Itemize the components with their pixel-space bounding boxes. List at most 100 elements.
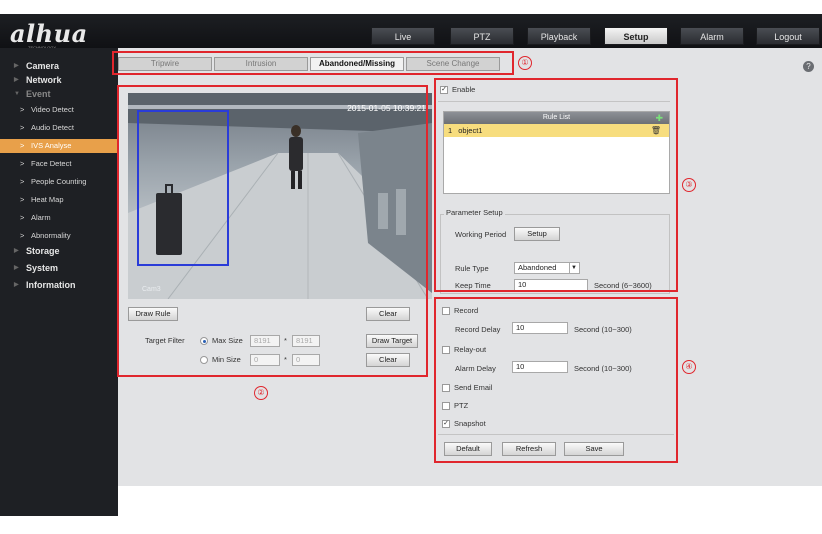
sidebar-item-information[interactable]: ▶ Information	[0, 278, 118, 292]
keep-time-unit: Second (6~3600)	[594, 281, 652, 290]
rule-type-select[interactable]: Abandoned ▼	[514, 262, 580, 274]
chevron-right-icon: >	[20, 177, 25, 186]
nav-tab-ptz[interactable]: PTZ	[450, 27, 514, 45]
max-size-radio[interactable]	[200, 337, 208, 345]
sidebar-item-storage[interactable]: ▶ Storage	[0, 244, 118, 258]
tab-abandoned-missing[interactable]: Abandoned/Missing	[310, 57, 404, 71]
footer	[0, 516, 822, 534]
clear-rule-button[interactable]: Clear	[366, 307, 410, 321]
working-period-setup-button[interactable]: Setup	[514, 227, 560, 241]
collapsed-triangle-icon: ▶	[14, 265, 19, 271]
sidebar-item-label: Network	[26, 75, 62, 85]
annotation-marker-4: ④	[682, 360, 696, 374]
add-rule-icon[interactable]: ✚	[655, 112, 663, 124]
working-period-label: Working Period	[455, 230, 507, 239]
sidebar-item-system[interactable]: ▶ System	[0, 261, 118, 275]
alarm-delay-input[interactable]: 10	[512, 361, 568, 373]
sidebar-item-ivs-analyse[interactable]: > IVS Analyse	[0, 139, 118, 153]
sidebar-item-video-detect[interactable]: > Video Detect	[0, 103, 118, 117]
default-button[interactable]: Default	[444, 442, 492, 456]
clear-target-button[interactable]: Clear	[366, 353, 410, 367]
record-checkbox[interactable]	[442, 307, 450, 315]
refresh-button[interactable]: Refresh	[502, 442, 556, 456]
rule-list-title: Rule List	[542, 114, 571, 121]
min-size-separator: *	[284, 355, 287, 364]
sidebar-item-label: Heat Map	[31, 195, 64, 204]
sidebar-item-face-detect[interactable]: > Face Detect	[0, 157, 118, 171]
sidebar-item-event[interactable]: ▼ Event	[0, 87, 118, 101]
send-email-label: Send Email	[454, 383, 493, 392]
chevron-right-icon: >	[20, 195, 25, 204]
collapsed-triangle-icon: ▶	[14, 77, 19, 83]
rule-list-item[interactable]: 1 object1 🗑	[444, 124, 669, 137]
max-width-input[interactable]: 8191	[250, 335, 280, 347]
help-icon[interactable]: ?	[803, 61, 814, 72]
rule-type-label: Rule Type	[455, 264, 489, 273]
rule-type-value: Abandoned	[518, 263, 557, 272]
max-height-input[interactable]: 8191	[292, 335, 320, 347]
draw-target-button[interactable]: Draw Target	[366, 334, 418, 348]
annotation-marker-2: ②	[254, 386, 268, 400]
record-delay-unit: Second (10~300)	[574, 325, 632, 334]
brand-logo: alhua	[10, 19, 88, 48]
record-delay-input[interactable]: 10	[512, 322, 568, 334]
video-preview[interactable]: 2015-01-05 10:39:21 Cam3	[128, 93, 432, 299]
sidebar-item-network[interactable]: ▶ Network	[0, 73, 118, 87]
record-delay-label: Record Delay	[455, 325, 501, 334]
sidebar-item-heat-map[interactable]: > Heat Map	[0, 193, 118, 207]
sidebar-item-camera[interactable]: ▶ Camera	[0, 59, 118, 73]
divider	[438, 101, 670, 102]
sidebar-item-label: Face Detect	[31, 159, 72, 168]
app-window: alhua TECHNOLOGY Live PTZ Playback Setup…	[0, 0, 822, 534]
relay-out-checkbox[interactable]	[442, 346, 450, 354]
tab-scene-change[interactable]: Scene Change	[406, 57, 500, 71]
divider	[438, 434, 674, 435]
collapsed-triangle-icon: ▶	[14, 63, 19, 69]
sidebar-item-label: Audio Detect	[31, 123, 74, 132]
sidebar-item-label: Event	[26, 89, 51, 99]
chevron-right-icon: >	[20, 231, 25, 240]
sidebar-item-label: IVS Analyse	[31, 141, 72, 150]
sidebar: ▶ Camera ▶ Network ▼ Event > Video Detect > A…	[0, 48, 118, 516]
chevron-right-icon: >	[20, 159, 25, 168]
send-email-checkbox[interactable]	[442, 384, 450, 392]
video-scene-graphic	[128, 93, 432, 299]
annotation-marker-3: ③	[682, 178, 696, 192]
enable-checkbox[interactable]: ✓	[440, 86, 448, 94]
nav-tab-playback[interactable]: Playback	[527, 27, 591, 45]
sidebar-item-label: Storage	[26, 246, 60, 256]
sidebar-item-audio-detect[interactable]: > Audio Detect	[0, 121, 118, 135]
alarm-delay-unit: Second (10~300)	[574, 364, 632, 373]
target-filter-label: Target Filter	[145, 336, 185, 345]
chevron-right-icon: >	[20, 141, 25, 150]
sidebar-item-label: Information	[26, 280, 76, 290]
snapshot-checkbox[interactable]: ✓	[442, 420, 450, 428]
sidebar-item-people-counting[interactable]: > People Counting	[0, 175, 118, 189]
tab-tripwire[interactable]: Tripwire	[118, 57, 212, 71]
delete-rule-icon[interactable]: 🗑	[651, 124, 661, 137]
video-timestamp: 2015-01-05 10:39:21	[347, 103, 426, 113]
chevron-down-icon[interactable]: ▼	[569, 263, 578, 273]
min-size-radio[interactable]	[200, 356, 208, 364]
alarm-delay-label: Alarm Delay	[455, 364, 496, 373]
rule-list: Rule List ✚ 1 object1 🗑	[443, 111, 670, 194]
annotation-marker-1: ①	[518, 56, 532, 70]
tab-intrusion[interactable]: Intrusion	[214, 57, 308, 71]
ptz-checkbox[interactable]	[442, 402, 450, 410]
nav-tab-setup[interactable]: Setup	[604, 27, 668, 45]
keep-time-input[interactable]: 10	[514, 279, 588, 291]
sidebar-item-abnormality[interactable]: > Abnormality	[0, 229, 118, 243]
save-button[interactable]: Save	[564, 442, 624, 456]
nav-tab-logout[interactable]: Logout	[756, 27, 820, 45]
min-height-input[interactable]: 0	[292, 354, 320, 366]
sidebar-item-alarm[interactable]: > Alarm	[0, 211, 118, 225]
nav-tab-live[interactable]: Live	[371, 27, 435, 45]
sidebar-item-label: Alarm	[31, 213, 51, 222]
record-label: Record	[454, 306, 479, 315]
nav-tab-alarm[interactable]: Alarm	[680, 27, 744, 45]
sidebar-item-label: People Counting	[31, 177, 87, 186]
sidebar-item-label: Video Detect	[31, 105, 74, 114]
min-width-input[interactable]: 0	[250, 354, 280, 366]
max-size-label: Max Size	[212, 336, 243, 345]
draw-rule-button[interactable]: Draw Rule	[128, 307, 178, 321]
